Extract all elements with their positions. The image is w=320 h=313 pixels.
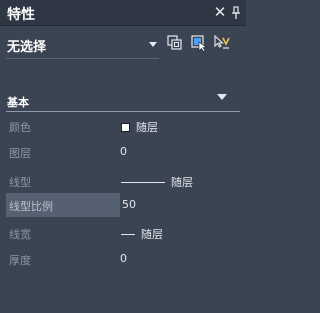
properties-panel: 特性 ✕ 无选择 基本 颜色 随层 图层 0 线型 随层 线型比例 50 线宽 … <box>0 0 246 313</box>
property-value[interactable]: 随层 <box>121 174 193 190</box>
toggle-pickadd-icon[interactable] <box>166 34 184 52</box>
property-label: 厚度 <box>9 254 31 267</box>
property-value[interactable]: 0 <box>120 145 127 158</box>
panel-title: 特性 <box>7 7 35 23</box>
lineweight-sample-icon <box>121 234 135 235</box>
close-icon[interactable]: ✕ <box>213 3 227 21</box>
panel-titlebar: 特性 ✕ <box>0 0 246 26</box>
property-row-linetype-scale[interactable]: 线型比例 50 <box>6 193 240 217</box>
linetype-sample-icon <box>121 182 165 183</box>
property-row-color[interactable]: 颜色 随层 <box>6 114 240 138</box>
section-basic-title[interactable]: 基本 <box>7 94 29 110</box>
property-row-lineweight[interactable]: 线宽 随层 <box>6 221 240 245</box>
property-label: 线型 <box>9 176 31 189</box>
property-row-thickness[interactable]: 厚度 0 <box>6 247 240 271</box>
property-label: 线宽 <box>9 228 31 241</box>
color-swatch-icon <box>121 123 130 132</box>
property-value[interactable]: 0 <box>120 252 127 265</box>
pin-icon[interactable] <box>231 6 241 20</box>
quick-select-icon[interactable] <box>213 34 231 52</box>
property-row-layer[interactable]: 图层 0 <box>6 140 240 164</box>
property-label: 图层 <box>9 147 31 160</box>
property-value[interactable]: 随层 <box>121 119 158 135</box>
selection-dropdown-arrow-icon[interactable] <box>149 42 157 47</box>
property-label: 颜色 <box>9 121 31 134</box>
select-objects-icon[interactable] <box>190 34 208 52</box>
property-value[interactable]: 随层 <box>121 226 163 242</box>
section-divider <box>6 111 240 112</box>
selection-dropdown-label[interactable]: 无选择 <box>7 36 46 55</box>
property-label: 线型比例 <box>9 200 53 213</box>
selection-underline <box>6 58 159 59</box>
property-value[interactable]: 50 <box>122 198 136 211</box>
property-row-linetype[interactable]: 线型 随层 <box>6 169 240 193</box>
section-collapse-icon[interactable] <box>217 94 227 100</box>
